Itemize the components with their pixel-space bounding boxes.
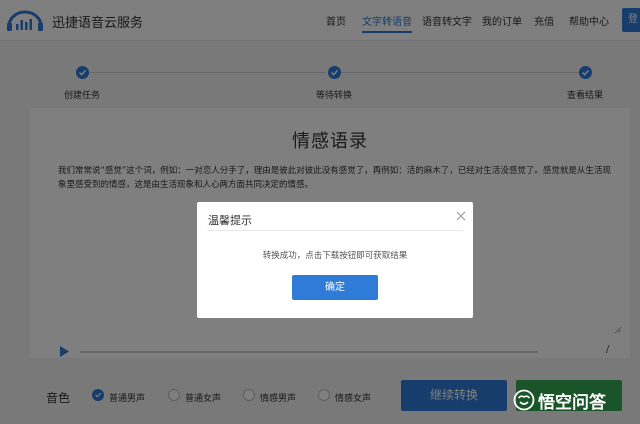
wukong-logo-icon <box>513 389 535 411</box>
close-icon[interactable] <box>456 211 466 221</box>
watermark-text: 悟空问答 <box>538 393 606 413</box>
notice-dialog: 温馨提示 转换成功，点击下载按钮即可获取结果 确定 <box>197 202 473 318</box>
dialog-message: 转换成功，点击下载按钮即可获取结果 <box>262 251 408 261</box>
dialog-divider <box>207 230 463 231</box>
confirm-button[interactable]: 确定 <box>292 275 378 300</box>
dialog-title: 温馨提示 <box>208 214 252 227</box>
